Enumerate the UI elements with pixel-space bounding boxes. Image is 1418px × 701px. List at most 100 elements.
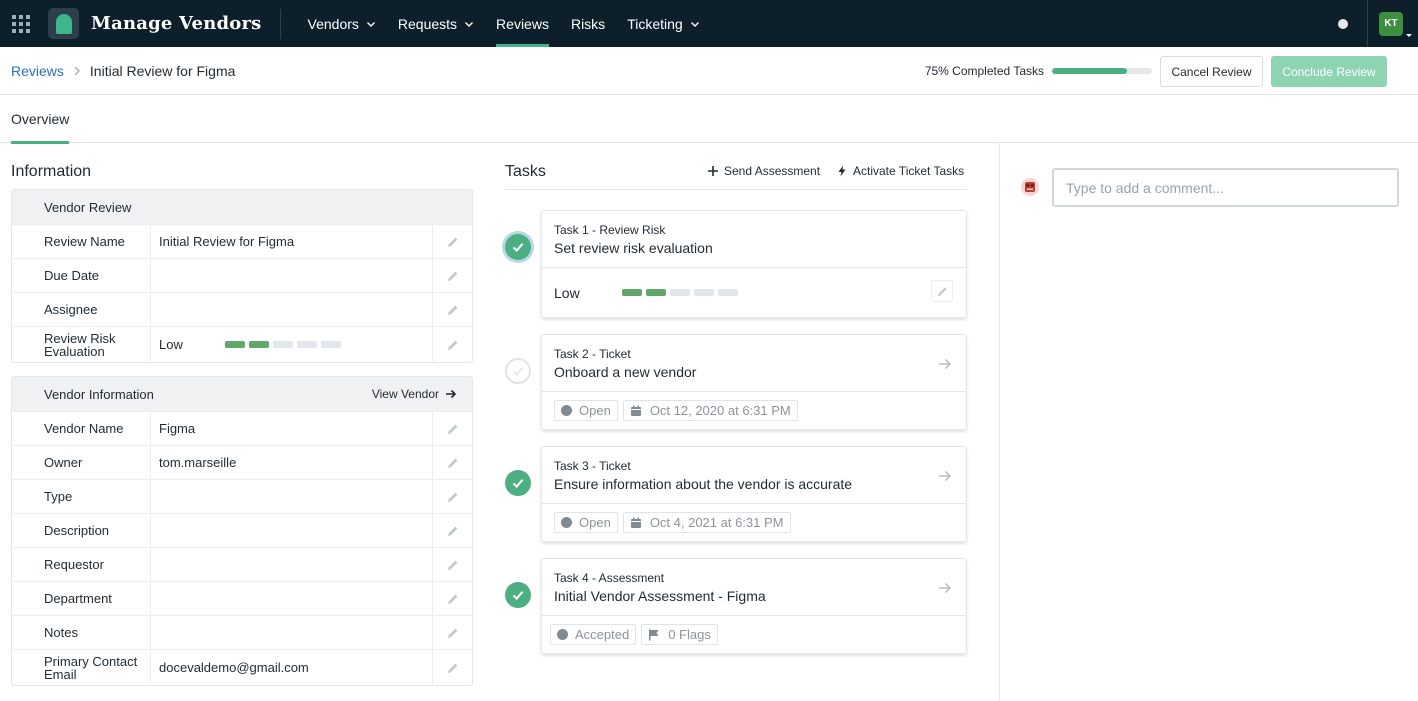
edit-button[interactable] <box>432 480 472 513</box>
task-kicker: Task 1 - Review Risk <box>554 223 666 237</box>
checkmark-icon <box>512 367 524 376</box>
arrow-right-icon[interactable] <box>938 357 952 371</box>
top-nav: Manage Vendors Vendors Requests Reviews … <box>0 0 1418 47</box>
edit-button[interactable] <box>432 548 472 581</box>
edit-button[interactable] <box>931 280 953 302</box>
field-label: Type <box>12 480 151 513</box>
status-dot-icon <box>561 517 572 528</box>
risk-segment <box>645 289 666 296</box>
task-card[interactable]: Task 2 - Ticket Onboard a new vendor Ope… <box>541 334 967 430</box>
field-label: Owner <box>12 446 151 479</box>
flags-label: 0 Flags <box>668 627 711 642</box>
app-title: Manage Vendors <box>91 13 262 34</box>
risk-level-meter <box>621 289 742 296</box>
user-avatar[interactable]: KT <box>1379 11 1403 36</box>
task-card[interactable]: Task 4 - Assessment Initial Vendor Asses… <box>541 558 967 654</box>
field-value: Initial Review for Figma <box>159 234 295 249</box>
edit-button[interactable] <box>432 293 472 326</box>
vendor-information-card: Vendor Information View Vendor Vendor Na… <box>11 376 473 686</box>
nav-item-ticketing[interactable]: Ticketing <box>616 0 711 47</box>
arrow-right-icon[interactable] <box>938 581 952 595</box>
app-grid-icon[interactable] <box>0 0 42 47</box>
field-value: Low <box>151 327 472 362</box>
date-label: Oct 12, 2020 at 6:31 PM <box>649 403 791 418</box>
conclude-review-button[interactable]: Conclude Review <box>1271 56 1387 87</box>
task-name: Initial Vendor Assessment - Figma <box>554 588 766 604</box>
info-row-vendor-name: Vendor Name Figma <box>12 411 472 445</box>
field-value <box>151 582 472 615</box>
info-row-description: Description <box>12 513 472 547</box>
pencil-icon <box>447 628 457 638</box>
activate-ticket-tasks-button[interactable]: Activate Ticket Tasks <box>836 164 964 178</box>
pencil-icon <box>447 271 457 281</box>
field-value: tom.marseille <box>159 455 237 470</box>
task-complete-check[interactable] <box>505 234 531 260</box>
progress-bar <box>1052 68 1152 74</box>
edit-button[interactable] <box>432 582 472 615</box>
status-chip: Open <box>554 400 618 421</box>
breadcrumb-reviews-link[interactable]: Reviews <box>11 63 64 79</box>
edit-button[interactable] <box>432 327 472 362</box>
status-chip: Accepted <box>550 624 637 645</box>
field-label: Vendor Name <box>12 412 151 445</box>
checkmark-icon <box>512 591 524 600</box>
edit-button[interactable] <box>432 616 472 649</box>
info-row-type: Type <box>12 479 472 513</box>
task-complete-check[interactable] <box>505 358 531 384</box>
edit-button[interactable] <box>432 259 472 292</box>
cancel-review-button[interactable]: Cancel Review <box>1160 56 1263 87</box>
edit-button[interactable] <box>432 514 472 547</box>
send-assessment-button[interactable]: Send Assessment <box>707 164 820 178</box>
task-kicker: Task 2 - Ticket <box>554 347 631 361</box>
task-complete-check[interactable] <box>505 582 531 608</box>
nav-item-risks[interactable]: Risks <box>560 0 616 47</box>
date-chip: Oct 12, 2020 at 6:31 PM <box>622 400 798 421</box>
task-name: Set review risk evaluation <box>554 240 713 256</box>
risk-segment <box>320 341 341 348</box>
arrow-right-icon[interactable] <box>938 469 952 483</box>
calendar-icon <box>630 517 641 528</box>
pencil-icon <box>447 492 457 502</box>
vendor-information-title: Vendor Information <box>44 386 154 402</box>
task-complete-check[interactable] <box>505 470 531 496</box>
checkmark-icon <box>512 243 524 252</box>
task-kicker: Task 3 - Ticket <box>554 459 631 473</box>
status-label: Open <box>579 403 611 418</box>
pencil-icon <box>447 340 457 350</box>
pencil-icon <box>447 458 457 468</box>
comment-input[interactable] <box>1052 168 1399 207</box>
risk-segment <box>717 289 738 296</box>
nav-item-reviews[interactable]: Reviews <box>485 0 560 47</box>
tasks-title: Tasks <box>505 163 546 180</box>
pencil-icon <box>447 663 457 673</box>
field-value: docevaldemo@gmail.com <box>159 660 309 675</box>
edit-button[interactable] <box>432 225 472 258</box>
progress-label: 75% Completed Tasks <box>924 64 1044 78</box>
tab-bar: Overview <box>0 95 1418 144</box>
nav-item-label: Requests <box>397 15 458 32</box>
nav-item-requests[interactable]: Requests <box>387 0 485 47</box>
info-row-requestor: Requestor <box>12 547 472 581</box>
field-label: Due Date <box>12 259 151 292</box>
breadcrumb-current: Initial Review for Figma <box>89 62 236 79</box>
task-card[interactable]: Task 3 - Ticket Ensure information about… <box>541 446 967 542</box>
field-label: Assignee <box>12 293 151 326</box>
tab-overview[interactable]: Overview <box>11 95 70 144</box>
status-dot-icon <box>561 405 572 416</box>
pencil-icon <box>937 286 947 296</box>
checkmark-icon <box>512 479 524 488</box>
notification-dot[interactable] <box>1338 18 1348 29</box>
status-dot-icon <box>557 629 568 640</box>
edit-button[interactable] <box>432 446 472 479</box>
task-name: Onboard a new vendor <box>554 364 697 380</box>
information-title: Information <box>11 163 92 180</box>
vendor-review-header: Vendor Review <box>12 190 472 224</box>
nav-item-vendors[interactable]: Vendors <box>297 0 387 47</box>
app-logo[interactable] <box>48 8 79 39</box>
edit-button[interactable] <box>432 650 472 685</box>
edit-button[interactable] <box>432 412 472 445</box>
chevron-right-icon <box>74 66 80 75</box>
view-vendor-link[interactable]: View Vendor <box>372 377 457 411</box>
task-card[interactable]: Task 1 - Review Risk Set review risk eva… <box>541 210 967 318</box>
field-value <box>151 548 472 581</box>
